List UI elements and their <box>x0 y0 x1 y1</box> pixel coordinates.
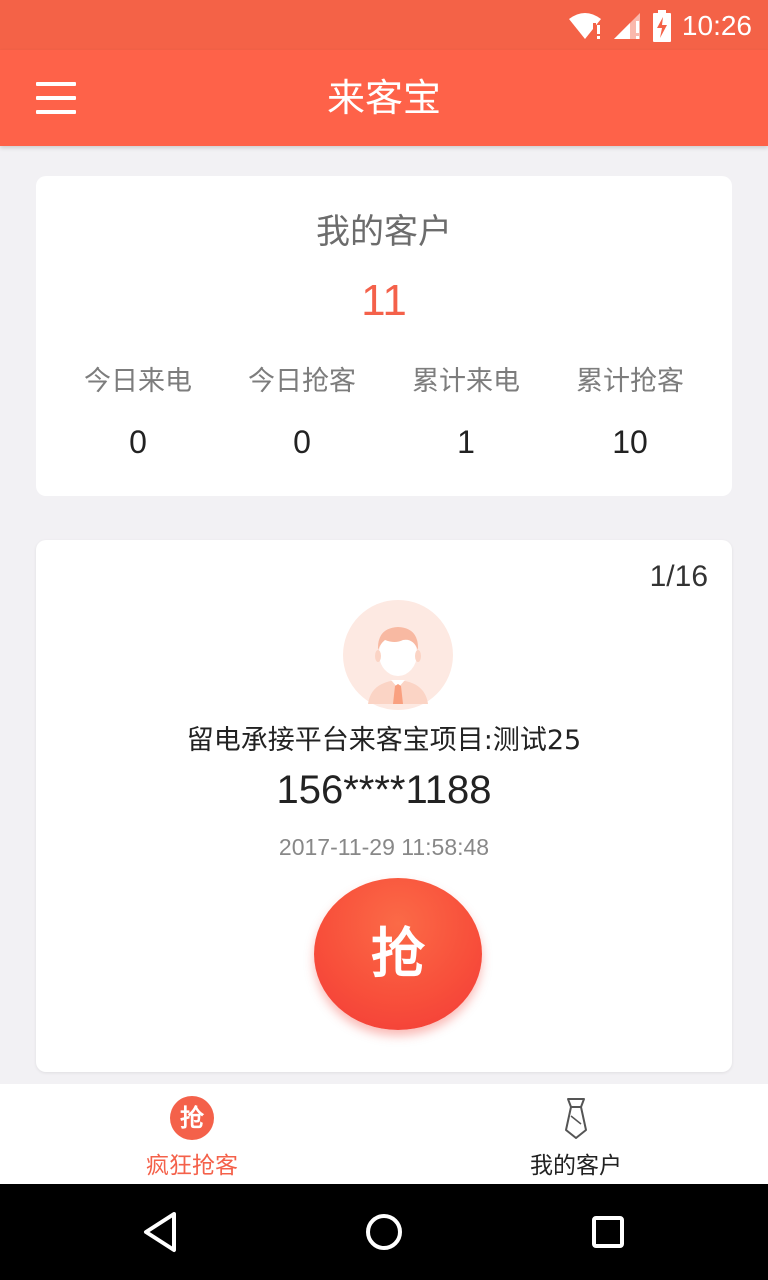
stat-label: 今日来电 <box>84 366 192 397</box>
system-nav-bar <box>0 1184 768 1280</box>
stat-value: 0 <box>293 424 311 460</box>
tab-my-customers[interactable]: 我的客户 <box>384 1084 768 1184</box>
app-title: 来客宝 <box>326 76 441 120</box>
status-icons: 10:26 <box>568 8 752 44</box>
grab-button[interactable]: 抢 <box>314 878 482 1030</box>
lead-pager: 1/16 <box>649 560 708 593</box>
back-triangle-icon[interactable] <box>132 1204 188 1260</box>
customer-count: 11 <box>361 276 407 325</box>
grab-icon: 抢 <box>170 1096 214 1140</box>
summary-title: 我的客户 <box>316 212 452 252</box>
lead-project: 留电承接平台来客宝项目:测试25 <box>186 725 582 756</box>
recents-square-icon[interactable] <box>580 1204 636 1260</box>
stat-today-grabs: 今日抢客 0 <box>220 362 384 461</box>
stat-label: 累计抢客 <box>576 366 684 397</box>
stats-row: 今日来电 0 今日抢客 0 累计来电 1 累计抢客 10 <box>56 362 712 461</box>
stat-label: 累计来电 <box>412 366 520 397</box>
stat-value: 10 <box>612 424 648 460</box>
tab-grab-customers[interactable]: 抢 疯狂抢客 <box>0 1084 384 1184</box>
tab-label: 我的客户 <box>530 1153 622 1179</box>
tie-icon <box>565 1098 587 1139</box>
lead-time: 2017-11-29 11:58:48 <box>278 834 490 860</box>
wifi-icon <box>568 13 601 39</box>
status-time: 10:26 <box>681 10 752 41</box>
status-bar: 10:26 <box>0 0 768 50</box>
battery-charging-icon <box>652 10 671 42</box>
user-avatar-icon <box>343 600 453 710</box>
bottom-tab-bar: 抢 疯狂抢客 我的客户 <box>0 1084 768 1184</box>
stat-value: 1 <box>457 424 475 460</box>
customer-summary-card: 我的客户 11 今日来电 0 今日抢客 0 累计来电 1 累计抢客 10 <box>36 176 732 496</box>
stat-total-grabs: 累计抢客 10 <box>548 362 712 461</box>
hamburger-menu-icon[interactable] <box>36 80 76 116</box>
stat-label: 今日抢客 <box>248 366 356 397</box>
stat-today-calls: 今日来电 0 <box>56 362 220 461</box>
stat-value: 0 <box>129 424 147 460</box>
lead-phone: 156****1188 <box>276 768 492 812</box>
tab-label: 疯狂抢客 <box>146 1153 238 1179</box>
stat-total-calls: 累计来电 1 <box>384 362 548 461</box>
signal-icon <box>613 13 640 39</box>
lead-card: 1/16 留电承接平台来客宝项目:测试25 156****1188 2017-1… <box>36 540 732 1072</box>
home-circle-icon[interactable] <box>356 1204 412 1260</box>
app-bar: 来客宝 <box>0 50 768 146</box>
